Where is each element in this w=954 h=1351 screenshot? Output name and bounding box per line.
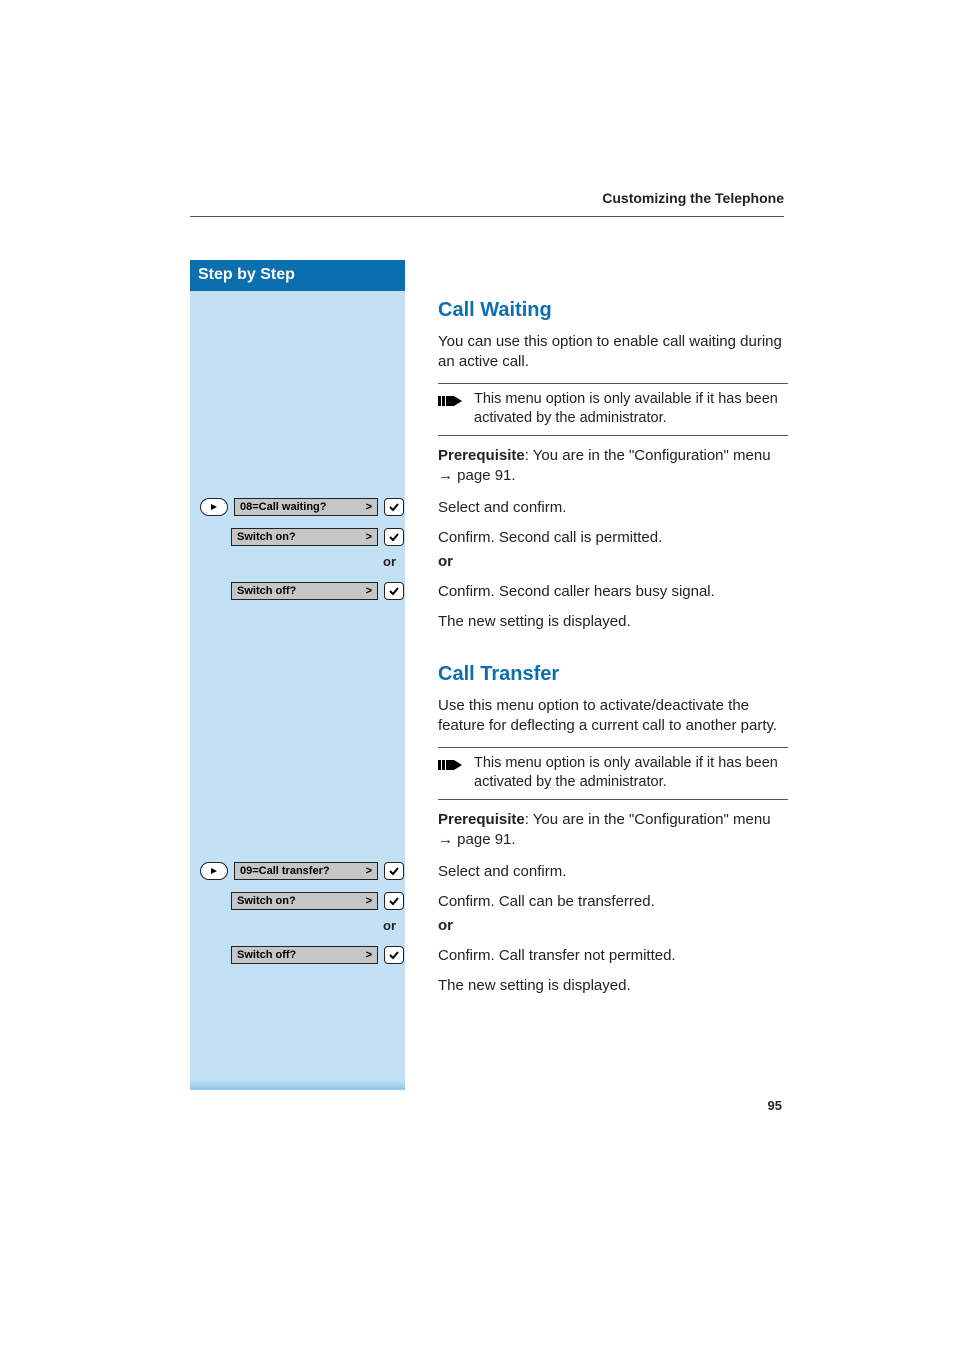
section-intro: Use this menu option to activate/deactiv…: [438, 692, 788, 743]
display-text: Switch on?: [237, 893, 296, 909]
step-text: Confirm. Second caller hears busy signal…: [438, 580, 788, 604]
prerequisite: Prerequisite: You are in the "Configurat…: [438, 804, 788, 861]
sidebar-title: Step by Step: [190, 260, 405, 291]
arrow-icon: →: [438, 831, 453, 848]
result-text: The new setting is displayed.: [438, 610, 788, 634]
display-text: Switch on?: [237, 529, 296, 545]
note-arrow-icon: [438, 756, 466, 779]
chevron-icon: >: [366, 529, 372, 545]
note-box: This menu option is only available if it…: [438, 383, 788, 436]
step-text: Confirm. Second call is permitted.: [438, 526, 788, 550]
content-column: Call Waiting You can use this option to …: [438, 260, 788, 998]
step-row: Switch on? >: [196, 526, 404, 548]
step-text: Confirm. Call transfer not permitted.: [438, 944, 788, 968]
confirm-button[interactable]: [384, 862, 404, 880]
section-intro: You can use this option to enable call w…: [438, 328, 788, 379]
display-text: 09=Call transfer?: [240, 863, 330, 879]
note-text: This menu option is only available if it…: [474, 390, 788, 429]
or-text: or: [438, 914, 788, 938]
or-row: or: [196, 550, 404, 572]
scroll-down-icon[interactable]: [200, 862, 228, 880]
chevron-icon: >: [366, 583, 372, 599]
scroll-down-icon[interactable]: [200, 498, 228, 516]
prereq-label: Prerequisite: [438, 811, 525, 828]
step-text: Confirm. Call can be transferred.: [438, 890, 788, 914]
confirm-button[interactable]: [384, 582, 404, 600]
step-row: Switch off? >: [196, 580, 404, 602]
header-rule: [190, 216, 784, 217]
phone-display: Switch on? >: [231, 528, 378, 546]
result-text: The new setting is displayed.: [438, 974, 788, 998]
chevron-icon: >: [366, 893, 372, 909]
prereq-text: : You are in the "Configuration" menu: [525, 811, 771, 828]
confirm-button[interactable]: [384, 892, 404, 910]
sidebar-gradient: [190, 1080, 405, 1090]
or-label: or: [196, 914, 404, 936]
running-head: Customizing the Telephone: [602, 190, 784, 206]
prereq-text: : You are in the "Configuration" menu: [525, 447, 771, 464]
chevron-icon: >: [366, 863, 372, 879]
or-label: or: [196, 550, 404, 572]
or-text: or: [438, 550, 788, 574]
phone-display: 09=Call transfer? >: [234, 862, 378, 880]
prerequisite: Prerequisite: You are in the "Configurat…: [438, 440, 788, 497]
confirm-button[interactable]: [384, 528, 404, 546]
section-title-call-transfer: Call Transfer: [438, 634, 788, 692]
note-box: This menu option is only available if it…: [438, 747, 788, 800]
confirm-button[interactable]: [384, 946, 404, 964]
step-row: Switch on? >: [196, 890, 404, 912]
phone-display: Switch off? >: [231, 582, 378, 600]
step-text: Select and confirm.: [438, 496, 788, 520]
prereq-label: Prerequisite: [438, 447, 525, 464]
or-row: or: [196, 914, 404, 936]
section-title-call-waiting: Call Waiting: [438, 260, 788, 328]
page: Customizing the Telephone Step by Step C…: [0, 0, 954, 1351]
prereq-ref: page 91.: [457, 467, 515, 484]
step-row: 08=Call waiting? >: [196, 496, 404, 518]
phone-display: Switch on? >: [231, 892, 378, 910]
chevron-icon: >: [366, 499, 372, 515]
display-text: 08=Call waiting?: [240, 499, 327, 515]
prereq-ref: page 91.: [457, 831, 515, 848]
confirm-button[interactable]: [384, 498, 404, 516]
display-text: Switch off?: [237, 947, 296, 963]
phone-display: 08=Call waiting? >: [234, 498, 378, 516]
page-number: 95: [768, 1098, 782, 1113]
step-text: Select and confirm.: [438, 860, 788, 884]
chevron-icon: >: [366, 947, 372, 963]
step-row: 09=Call transfer? >: [196, 860, 404, 882]
arrow-icon: →: [438, 467, 453, 484]
display-text: Switch off?: [237, 583, 296, 599]
step-row: Switch off? >: [196, 944, 404, 966]
phone-display: Switch off? >: [231, 946, 378, 964]
note-arrow-icon: [438, 392, 466, 415]
note-text: This menu option is only available if it…: [474, 754, 788, 793]
